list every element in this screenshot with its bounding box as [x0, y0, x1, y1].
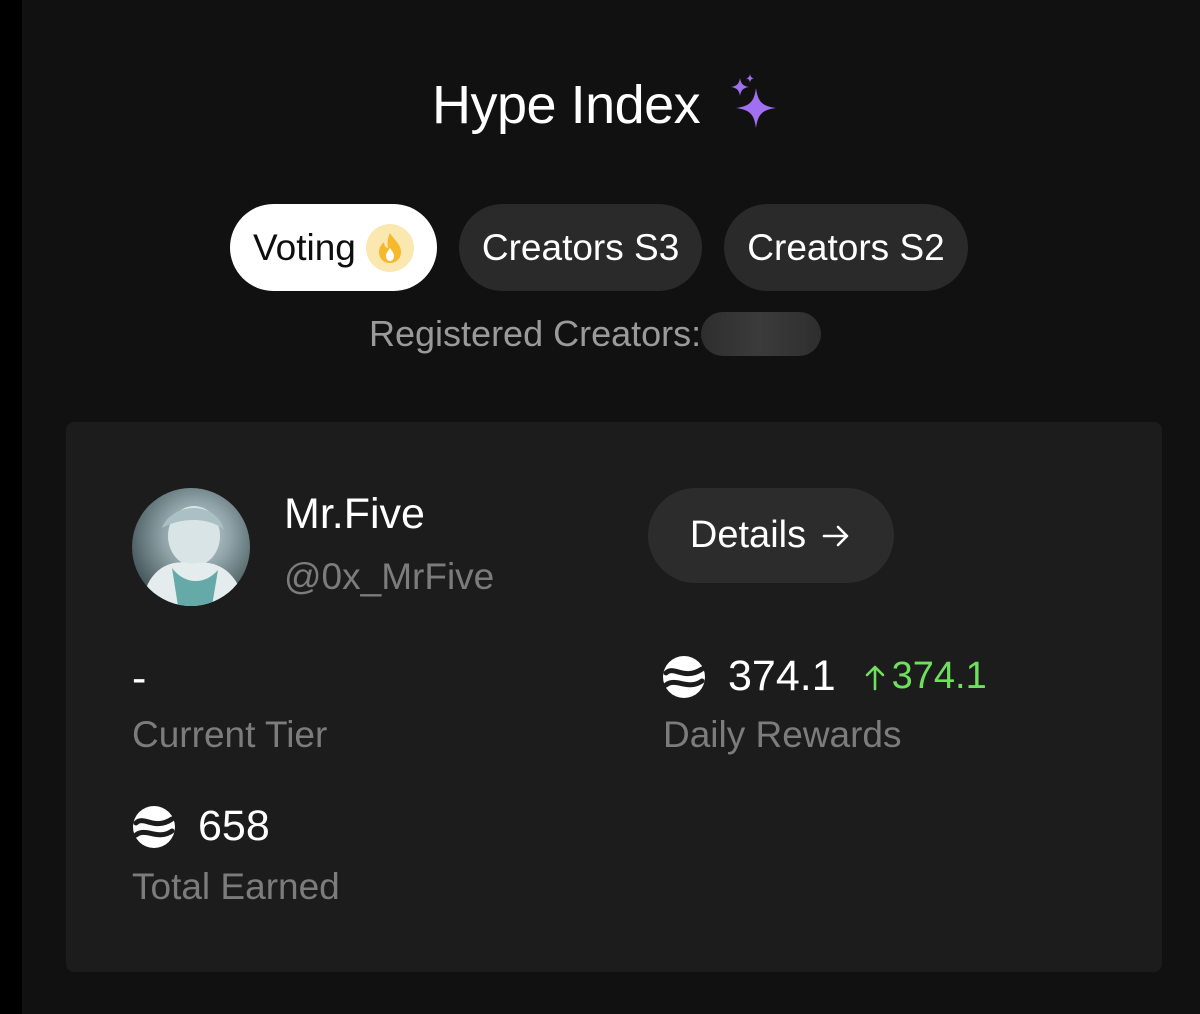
creator-card: Mr.Five @0x_MrFive Details - Current Tie… — [66, 422, 1162, 972]
tab-creators-s2[interactable]: Creators S2 — [724, 204, 968, 291]
daily-rewards-label: Daily Rewards — [663, 714, 902, 755]
flame-icon — [365, 223, 414, 272]
creator-handle: @0x_MrFive — [284, 556, 495, 597]
daily-rewards-amount: 374.1 — [728, 652, 836, 700]
daily-rewards-change-value: 374.1 — [891, 655, 987, 697]
sparkles-icon — [731, 74, 777, 128]
details-button[interactable]: Details — [648, 488, 894, 583]
token-icon — [133, 805, 175, 848]
tab-bar: Voting Creators S3 Creators S2 — [230, 204, 968, 291]
total-earned-label: Total Earned — [132, 866, 340, 907]
header: Hype Index — [432, 60, 784, 150]
tab-label: Creators S2 — [747, 226, 945, 268]
total-earned-value: 658 — [132, 802, 270, 851]
tab-creators-s3[interactable]: Creators S3 — [458, 204, 703, 291]
daily-rewards-change: 374.1 — [864, 655, 987, 698]
registered-creators: Registered Creators: — [369, 312, 822, 356]
arrow-right-icon — [822, 525, 849, 546]
current-tier-text: - — [132, 654, 147, 702]
creator-name: Mr.Five — [284, 490, 425, 538]
current-tier-value: - — [132, 654, 146, 703]
arrow-up-icon — [865, 665, 884, 690]
tab-label: Voting — [253, 226, 356, 268]
tab-label: Creators S3 — [481, 226, 680, 268]
total-earned-amount: 658 — [198, 802, 270, 850]
details-button-label: Details — [689, 514, 807, 556]
current-tier-label: Current Tier — [132, 714, 328, 755]
token-icon — [663, 655, 705, 698]
avatar[interactable] — [132, 488, 250, 606]
registered-creators-label: Registered Creators: — [369, 313, 702, 354]
app-frame: Hype Index Voting Creators S3 Creators S… — [22, 0, 1200, 1014]
redacted-count — [701, 312, 822, 356]
page-title: Hype Index — [432, 75, 701, 135]
tab-voting[interactable]: Voting — [230, 204, 437, 291]
daily-rewards-value: 374.1 374.1 — [662, 652, 987, 701]
